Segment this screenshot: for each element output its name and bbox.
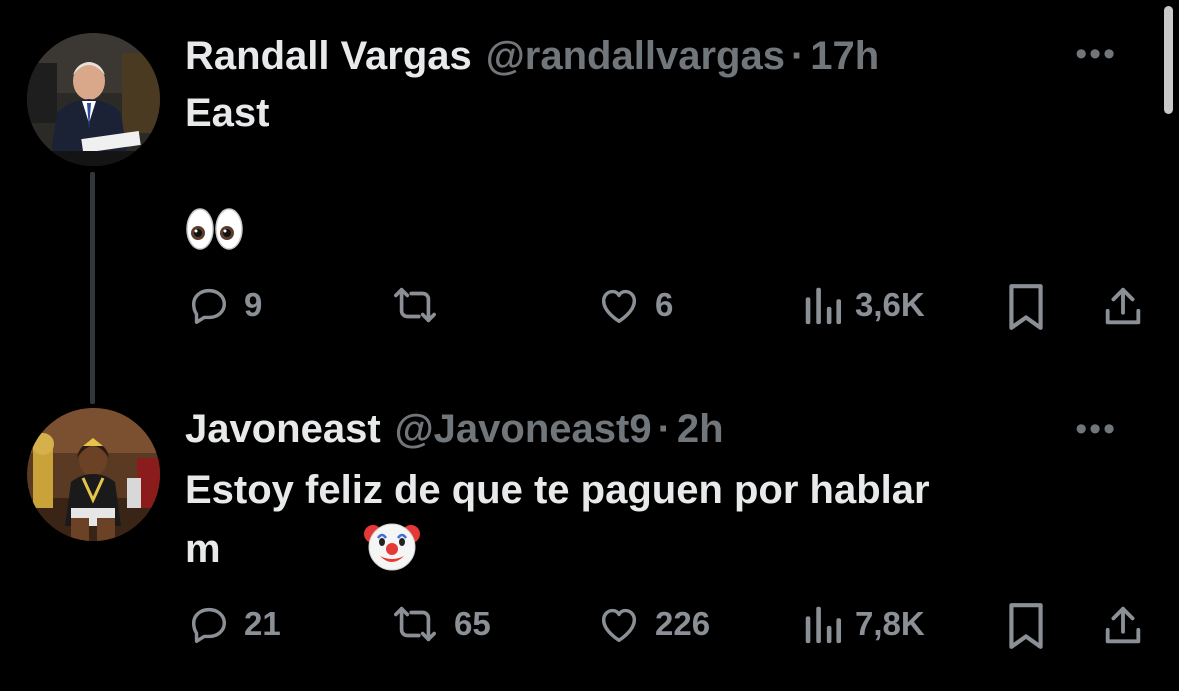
scrollbar[interactable]: [1164, 6, 1173, 114]
tweet-text-line2: m: [185, 527, 221, 571]
retweet-icon: [388, 282, 442, 328]
bookmark-icon: [1004, 601, 1048, 651]
like-button[interactable]: 6: [595, 280, 673, 330]
reply-button[interactable]: 9: [186, 280, 262, 330]
avatar[interactable]: [27, 33, 160, 166]
views-button[interactable]: 7,8K: [803, 599, 925, 649]
share-icon: [1100, 283, 1146, 331]
separator-dot: ·: [657, 407, 671, 451]
analytics-icon: [803, 601, 843, 647]
tweet-header: Javoneast @Javoneast9 · 2h: [185, 405, 724, 453]
tweet-text: East: [185, 91, 270, 135]
views-button[interactable]: 3,6K: [803, 280, 925, 330]
clown-face-emoji-icon: [364, 520, 420, 577]
tweet-text: Estoy feliz de que te paguen por hablar: [185, 468, 930, 512]
like-count: 6: [655, 286, 674, 323]
bookmark-icon: [1004, 282, 1048, 332]
analytics-icon: [803, 282, 843, 328]
eyes-emoji-icon: [186, 207, 244, 256]
retweet-button[interactable]: 65: [388, 599, 491, 649]
retweet-icon: [388, 601, 442, 647]
retweet-button[interactable]: [388, 280, 442, 330]
more-options-icon[interactable]: •••: [1075, 412, 1117, 446]
share-icon: [1100, 602, 1146, 650]
share-button[interactable]: [1100, 282, 1146, 332]
bookmark-button[interactable]: [1004, 601, 1048, 651]
author-name[interactable]: Javoneast: [185, 405, 381, 453]
view-count: 3,6K: [855, 286, 925, 323]
author-handle[interactable]: @randallvargas: [486, 32, 785, 80]
share-button[interactable]: [1100, 601, 1146, 651]
reply-count: 21: [244, 605, 281, 642]
reply-icon: [186, 601, 232, 647]
author-handle[interactable]: @Javoneast9: [395, 405, 652, 453]
heart-icon: [595, 601, 643, 647]
view-count: 7,8K: [855, 605, 925, 642]
reply-count: 9: [244, 286, 263, 323]
timestamp[interactable]: 2h: [677, 405, 724, 453]
reply-button[interactable]: 21: [186, 599, 281, 649]
retweet-count: 65: [454, 605, 491, 642]
thread-view: Randall Vargas @randallvargas · 17h ••• …: [0, 0, 1179, 691]
tweet-header: Randall Vargas @randallvargas · 17h: [185, 32, 879, 80]
like-button[interactable]: 226: [595, 599, 710, 649]
reply-icon: [186, 282, 232, 328]
timestamp[interactable]: 17h: [810, 32, 879, 80]
avatar[interactable]: [27, 408, 160, 541]
thread-connector-line: [90, 172, 95, 404]
heart-icon: [595, 282, 643, 328]
bookmark-button[interactable]: [1004, 282, 1048, 332]
author-name[interactable]: Randall Vargas: [185, 32, 472, 80]
more-options-icon[interactable]: •••: [1075, 37, 1117, 71]
like-count: 226: [655, 605, 711, 642]
separator-dot: ·: [790, 34, 805, 78]
